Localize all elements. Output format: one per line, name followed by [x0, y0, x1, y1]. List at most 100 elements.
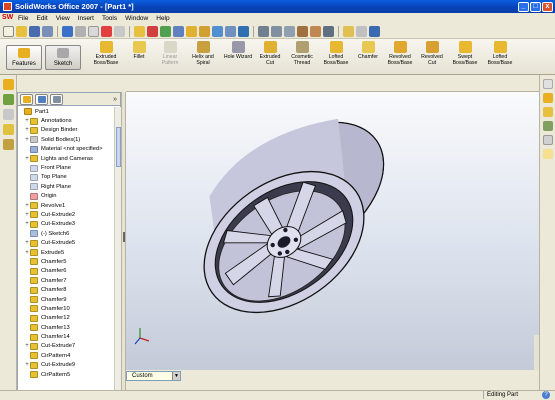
redo-icon[interactable] — [75, 25, 86, 37]
tree-item[interactable]: (-) Sketch6 — [18, 229, 114, 238]
collapse-arrow-icon[interactable]: » — [113, 96, 117, 103]
tree-item[interactable]: Material <not specified> — [18, 145, 114, 154]
maximize-button[interactable]: □ — [530, 1, 541, 12]
view-orientation-icon[interactable] — [173, 25, 184, 37]
sketch-toolbar-icon[interactable] — [2, 94, 14, 105]
revolved-boss-button[interactable]: Revolved Boss/Base — [385, 41, 415, 73]
select-arrow-icon[interactable] — [88, 25, 99, 37]
tab-property-manager[interactable] — [35, 93, 48, 105]
extruded-boss-button[interactable]: Extruded Boss/Base — [90, 41, 122, 73]
smart-dimension-icon[interactable] — [147, 25, 158, 37]
tree-item[interactable]: + Cut-Extrude7 — [18, 342, 114, 351]
graphics-area[interactable] — [126, 92, 539, 370]
tab-configuration-manager[interactable] — [50, 93, 63, 105]
shaded-icon[interactable] — [310, 25, 321, 37]
tree-item[interactable]: Chamfer7 — [18, 276, 114, 285]
tree-item[interactable]: + Annotations — [18, 116, 114, 125]
menu-insert[interactable]: Insert — [74, 15, 98, 22]
tab-sketch[interactable]: Sketch — [45, 45, 81, 70]
search-icon[interactable] — [542, 121, 553, 131]
relations-icon[interactable] — [160, 25, 171, 37]
fillet-button[interactable]: Fillet — [126, 41, 152, 73]
minimize-button[interactable]: _ — [518, 1, 529, 12]
appearances-icon[interactable] — [542, 149, 553, 159]
menu-edit[interactable]: Edit — [32, 15, 51, 22]
standard-views-icon[interactable] — [238, 25, 249, 37]
shaded-with-edges-icon[interactable] — [297, 25, 308, 37]
swept-boss-button[interactable]: Swept Boss/Base — [449, 41, 481, 73]
cosmetic-thread-button[interactable]: Cosmetic Thread — [287, 41, 317, 73]
tree-item[interactable]: Chamfer8 — [18, 285, 114, 294]
revolved-cut-button[interactable]: Revolved Cut — [418, 41, 446, 73]
tree-item[interactable]: CirPattern5 — [18, 370, 114, 379]
file-explorer-icon[interactable] — [542, 107, 553, 117]
tree-item[interactable]: Chamfer12 — [18, 314, 114, 323]
appearance-icon[interactable] — [343, 25, 354, 37]
feature-tree-scrollbar[interactable] — [114, 107, 121, 399]
tree-item[interactable]: + Cut-Extrude3 — [18, 220, 114, 229]
wheel-model[interactable] — [126, 92, 539, 370]
surfaces-icon[interactable] — [2, 139, 14, 150]
tree-item[interactable]: + Cut-Extrude9 — [18, 361, 114, 370]
open-icon[interactable] — [16, 25, 27, 37]
linear-pattern-button[interactable]: Linear Pattern — [156, 41, 184, 73]
help-icon[interactable]: ? — [542, 391, 550, 399]
helix-spiral-button[interactable]: Helix and Spiral — [188, 41, 218, 73]
view-orientation-select[interactable]: Custom ▼ — [126, 371, 181, 381]
tree-item[interactable]: Chamfer6 — [18, 267, 114, 276]
menu-view[interactable]: View — [52, 15, 74, 22]
tree-item[interactable]: Chamfer10 — [18, 304, 114, 313]
tree-item[interactable]: Top Plane — [18, 173, 114, 182]
tree-item[interactable]: + Revolve1 — [18, 201, 114, 210]
menu-help[interactable]: Help — [152, 15, 173, 22]
features-toolbar-icon[interactable] — [2, 79, 14, 90]
tree-item[interactable]: + Cut-Extrude2 — [18, 210, 114, 219]
wireframe-icon[interactable] — [258, 25, 269, 37]
view-palette-icon[interactable] — [542, 135, 553, 145]
print-icon[interactable] — [42, 25, 53, 37]
tree-item[interactable]: Origin — [18, 192, 114, 201]
tree-item[interactable]: Right Plane — [18, 182, 114, 191]
lofted-boss-2-button[interactable]: Lofted Boss/Base — [484, 41, 516, 73]
extruded-cut-button[interactable]: Extruded Cut — [256, 41, 284, 73]
rebuild-icon[interactable] — [101, 25, 112, 37]
tab-features[interactable]: Features — [6, 45, 42, 70]
solidworks-logo-icon[interactable]: SW — [2, 14, 13, 23]
menu-window[interactable]: Window — [121, 15, 152, 22]
hidden-lines-removed-icon[interactable] — [284, 25, 295, 37]
tree-item[interactable]: + Solid Bodies(1) — [18, 135, 114, 144]
tab-feature-tree[interactable] — [20, 93, 33, 105]
design-library-icon[interactable] — [542, 93, 553, 103]
section-view-icon[interactable] — [323, 25, 334, 37]
tree-item[interactable]: + Lights and Cameras — [18, 154, 114, 163]
tree-item[interactable]: Chamfer13 — [18, 323, 114, 332]
tree-item[interactable]: Chamfer9 — [18, 295, 114, 304]
zoom-area-icon[interactable] — [199, 25, 210, 37]
tree-item[interactable]: CirPattern4 — [18, 351, 114, 360]
hole-wizard-button[interactable]: Hole Wizard — [221, 41, 255, 73]
options-icon[interactable] — [114, 25, 125, 37]
reference-geometry-icon[interactable] — [2, 109, 14, 120]
menu-tools[interactable]: Tools — [98, 15, 121, 22]
rotate-view-icon[interactable] — [212, 25, 223, 37]
lofted-boss-button[interactable]: Lofted Boss/Base — [320, 41, 352, 73]
save-icon[interactable] — [29, 25, 40, 37]
tree-item[interactable]: Front Plane — [18, 163, 114, 172]
tree-item[interactable]: + Cut-Extrude5 — [18, 238, 114, 247]
tree-item[interactable]: + Design Binder — [18, 126, 114, 135]
pan-icon[interactable] — [225, 25, 236, 37]
zoom-fit-icon[interactable] — [186, 25, 197, 37]
tree-item[interactable]: + Extrude5 — [18, 248, 114, 257]
chevron-down-icon[interactable]: ▼ — [172, 372, 180, 380]
resources-icon[interactable] — [542, 79, 553, 89]
curves-icon[interactable] — [2, 124, 14, 135]
tree-item[interactable]: Chamfer5 — [18, 257, 114, 266]
tree-item[interactable]: Chamfer14 — [18, 332, 114, 341]
close-button[interactable]: x — [542, 1, 553, 12]
undo-icon[interactable] — [62, 25, 73, 37]
sketch-tool-icon[interactable] — [134, 25, 145, 37]
chamfer-button[interactable]: Chamfer — [354, 41, 382, 73]
help-toolbar-icon[interactable] — [369, 25, 380, 37]
lighting-icon[interactable] — [356, 25, 367, 37]
tree-item[interactable]: Part1 — [18, 107, 114, 116]
